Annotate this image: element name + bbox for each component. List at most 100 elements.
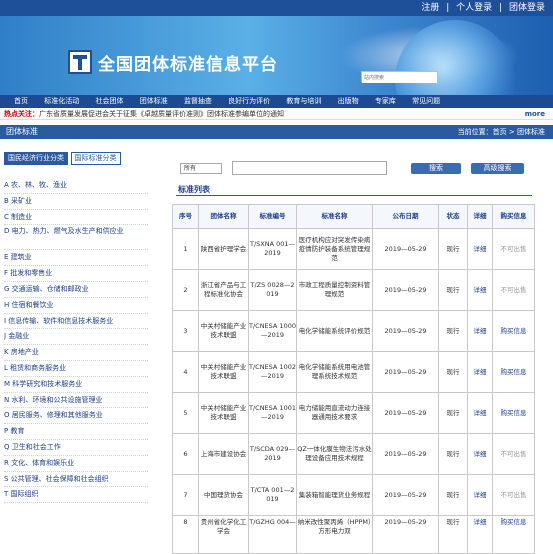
category-item[interactable]: C 制造业 [4,210,148,226]
tab-industry-classification[interactable]: 国民经济行业分类 [4,152,68,165]
category-item[interactable]: B 采矿业 [4,194,148,210]
col-header: 标准编号 [248,204,297,229]
col-header: 序号 [172,204,199,229]
detail-link[interactable]: 详细 [467,392,493,434]
cell-date: 2019—05-29 [372,392,439,434]
standard-search-input[interactable] [232,161,387,175]
nav-item[interactable]: 专家库 [375,95,396,108]
nav-item[interactable]: 教育与培训 [286,95,321,108]
nav-item[interactable]: 社会团体 [95,95,123,108]
list-title: 标准列表 [178,185,210,194]
top-bar: 注册 | 个人登录 | 团体登录 [0,0,553,16]
nav-item[interactable]: 首页 [14,95,28,108]
category-item[interactable]: R 文化、体育和娱乐业 [4,456,148,472]
cell-no: 6 [172,433,199,475]
nav-item[interactable]: 出版物 [338,95,359,108]
cell-org: 贵州省化学化工学会 [198,515,249,554]
buy-info-link[interactable]: 购买信息 [492,515,535,554]
col-header: 详细 [467,204,493,229]
scope-select[interactable]: 所有 [180,163,222,174]
cell-org: 中关村储能产业技术联盟 [198,392,249,434]
site-search-box[interactable] [361,71,438,83]
cell-code: T/CNESA 1000—2019 [248,310,297,352]
personal-login-link[interactable]: 个人登录 [456,3,492,13]
register-link[interactable]: 注册 [421,3,439,13]
category-item[interactable]: E 建筑业 [4,250,148,267]
cell-code: T/CNESA 1001—2019 [248,392,297,434]
category-tabs: 国民经济行业分类 国际标准分类 [4,152,148,165]
cell-no: 3 [172,310,199,352]
cell-org: 上海市建设协会 [198,433,249,475]
cell-date: 2019—05-29 [372,269,439,311]
buy-info: 不可出售 [492,269,535,311]
cell-date: 2019—05-29 [372,351,439,393]
col-header: 购买信息 [492,204,535,229]
category-item[interactable]: I 信息传输、软件和信息技术服务业 [4,314,148,330]
category-item[interactable]: S 公共管理、社会保障和社会组织 [4,472,148,488]
hot-news-bar: 热点关注：广东省质量发展促进会关于征集《卓越质量评价准则》团体标准参编单位的通知… [0,108,553,120]
category-item[interactable]: L 租赁和商务服务业 [4,361,148,377]
category-item[interactable]: J 金融业 [4,329,148,346]
detail-link[interactable]: 详细 [467,269,493,311]
col-header: 团体名称 [198,204,249,229]
col-header: 公布日期 [372,204,439,229]
category-item[interactable]: O 居民服务、修理和其他服务业 [4,408,148,425]
nav-item[interactable]: 监督抽查 [184,95,212,108]
table-row: 8 贵州省化学化工学会 T/GZHG 004— 纳米改性聚丙烯（HPPM）方形电… [172,515,535,554]
buy-info-link[interactable]: 购买信息 [492,310,535,352]
detail-link[interactable]: 详细 [467,228,493,270]
section-header: 团体标准 当前位置：首页 > 团体标准 [0,125,553,139]
advanced-search-button[interactable]: 高级搜索 [471,163,524,174]
nav-item[interactable]: 常见问题 [412,95,440,108]
cell-no: 2 [172,269,199,311]
category-item[interactable]: Q 卫生和社会工作 [4,440,148,456]
category-item[interactable]: P 教育 [4,424,148,440]
site-search-input[interactable] [362,73,437,83]
cell-code: T/CNESA 1002—2019 [248,351,297,393]
tab-international-classification[interactable]: 国际标准分类 [70,152,121,165]
category-list: A 农、林、牧、渔业 B 采矿业 C 制造业 D 电力、热力、燃气及水生产和供应… [4,178,148,504]
detail-link[interactable]: 详细 [467,515,493,554]
cell-date: 2019—05-29 [372,433,439,475]
cell-status: 现行 [438,269,468,311]
table-row: 5 中关村储能产业技术联盟 T/CNESA 1001—2019 电力储能用直流动… [172,392,535,434]
cell-status: 现行 [438,228,468,270]
detail-link[interactable]: 详细 [467,351,493,393]
cell-date: 2019—05-29 [372,515,439,554]
cell-code: T/SCDA 029—2019 [248,433,297,475]
buy-info-link[interactable]: 购买信息 [492,351,535,393]
buy-info-link[interactable]: 购买信息 [492,392,535,434]
cell-status: 现行 [438,392,468,434]
detail-link[interactable]: 详细 [467,474,493,516]
hot-news-link[interactable]: 广东省质量发展促进会关于征集《卓越质量评价准则》团体标准参编单位的通知 [39,110,284,118]
cell-name: 医疗机构应对突发传染病疫情防护装备系统管理规范 [296,228,373,270]
category-item[interactable]: A 农、林、牧、渔业 [4,178,148,194]
category-item[interactable]: N 水利、环境和公共设施管理业 [4,393,148,409]
category-item[interactable]: F 批发和零售业 [4,266,148,282]
search-button[interactable]: 搜索 [411,163,461,174]
group-login-link[interactable]: 团体登录 [509,3,545,13]
cell-status: 现行 [438,515,468,554]
cell-no: 7 [172,474,199,516]
detail-link[interactable]: 详细 [467,433,493,475]
nav-item[interactable]: 标准化活动 [44,95,79,108]
cell-name: 电化学储能系统用电池管理系统技术规范 [296,351,373,393]
nav-item[interactable]: 良好行为评价 [228,95,270,108]
table-row: 1 陕西省护理学会 T/SXNA 001—2019 医疗机构应对突发传染病疫情防… [172,228,535,270]
category-item[interactable]: M 科学研究和技术服务业 [4,377,148,393]
category-item[interactable]: G 交通运输、仓储和邮政业 [4,282,148,298]
separator: | [499,3,503,13]
nav-item[interactable]: 团体标准 [140,95,168,108]
cell-org: 中国理货协会 [198,474,249,516]
more-link[interactable]: more [525,108,545,120]
category-item[interactable]: T 国际组织 [4,487,148,504]
hot-label: 热点关注： [4,110,39,118]
category-item[interactable]: D 电力、热力、燃气及水生产和供应业 [4,225,148,251]
category-item[interactable]: K 房地产业 [4,345,148,361]
cell-status: 现行 [438,351,468,393]
category-item[interactable]: H 住宿和餐饮业 [4,298,148,314]
cell-org: 浙江省产品与工程标准化协会 [198,269,249,311]
cell-code: T/CTA 001—2019 [248,474,297,516]
breadcrumb[interactable]: 当前位置：首页 > 团体标准 [458,125,545,139]
detail-link[interactable]: 详细 [467,310,493,352]
